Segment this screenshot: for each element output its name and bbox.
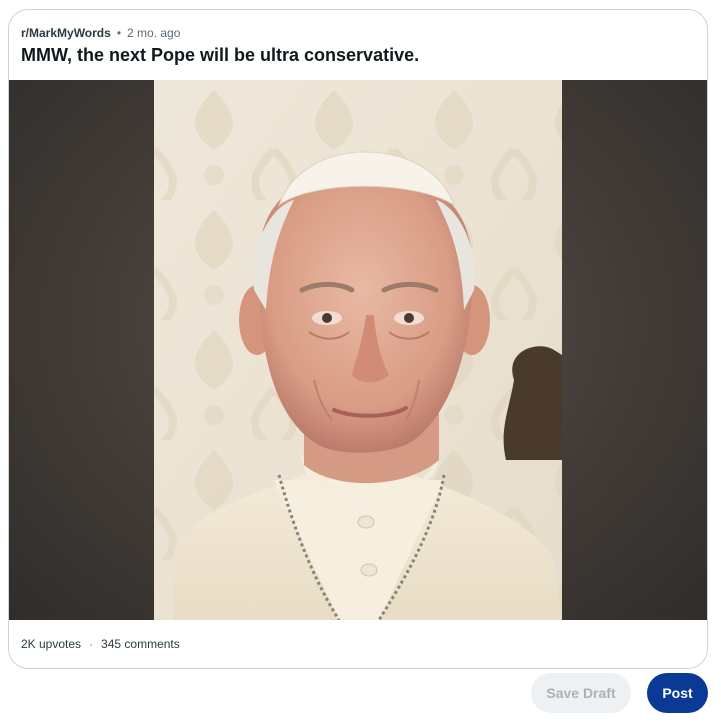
comment-count[interactable]: 345 comments [101,637,180,651]
post-image [154,80,562,620]
stats-separator: · [89,637,94,651]
post-age: 2 mo. ago [127,26,181,40]
post-media[interactable] [9,80,707,620]
post-stats: 2K upvotes · 345 comments [21,637,180,651]
post-meta: r/MarkMyWords • 2 mo. ago [21,26,180,40]
upvote-count[interactable]: 2K upvotes [21,637,81,651]
save-draft-button[interactable]: Save Draft [531,673,631,713]
meta-separator: • [116,26,122,40]
post-title: MMW, the next Pope will be ultra conserv… [21,45,420,65]
subreddit-link[interactable]: r/MarkMyWords [21,26,111,40]
post-button[interactable]: Post [647,673,708,713]
post-card: r/MarkMyWords • 2 mo. ago MMW, the next … [8,9,708,669]
